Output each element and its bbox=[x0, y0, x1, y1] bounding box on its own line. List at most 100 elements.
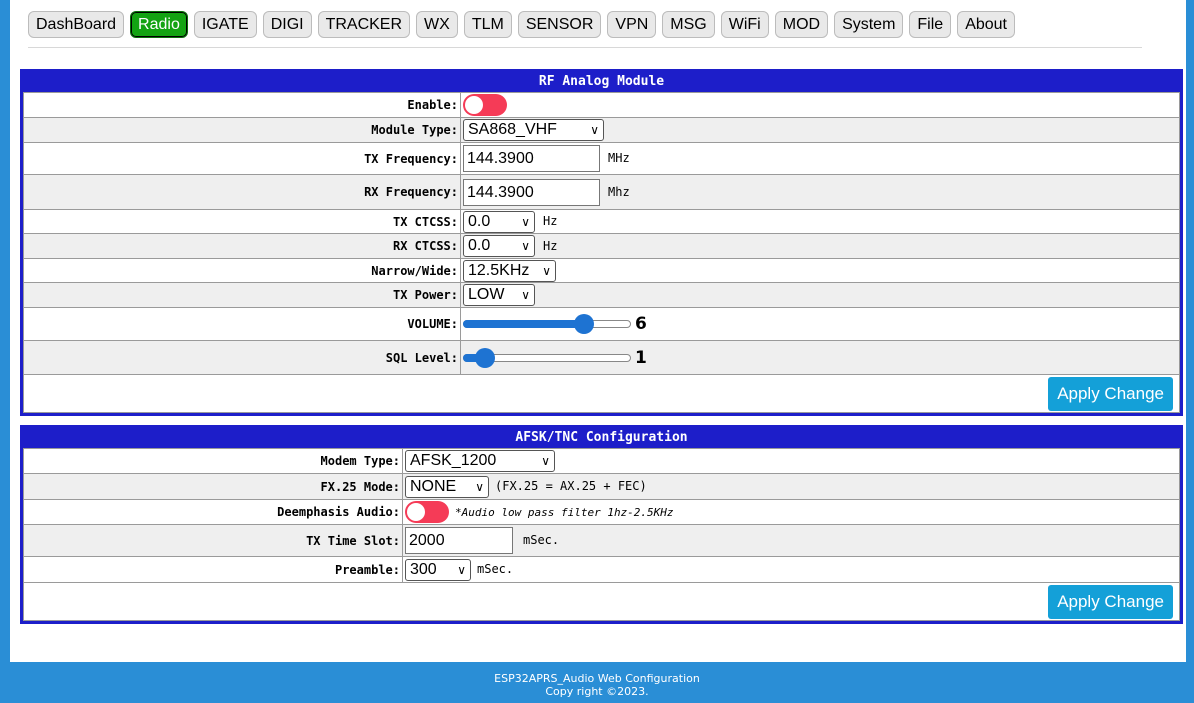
tx-power-label: TX Power: bbox=[23, 282, 461, 308]
preamble-select[interactable]: 300 ∨ bbox=[405, 558, 471, 581]
rf-panel-title: RF Analog Module bbox=[23, 72, 1180, 92]
afsk-modem-type-row: Modem Type: AFSK_1200 ∨ bbox=[23, 448, 1180, 474]
afsk-form-table: Modem Type: AFSK_1200 ∨ FX.25 Mode: NONE ∨… bbox=[23, 448, 1180, 621]
tab-igate[interactable]: IGATE bbox=[193, 11, 257, 38]
afsk-tnc-panel: AFSK/TNC Configuration Modem Type: AFSK_… bbox=[20, 425, 1183, 624]
chevron-down-icon: ∨ bbox=[521, 214, 530, 229]
rf-analog-panel: RF Analog Module Enable: Module Type: SA… bbox=[20, 69, 1183, 416]
tab-digi[interactable]: DIGI bbox=[262, 11, 312, 38]
rf-apply-row: Apply Change bbox=[23, 374, 1180, 413]
rx-ctcss-value: 0.0 bbox=[468, 237, 491, 254]
modem-type-label: Modem Type: bbox=[23, 448, 403, 474]
sql-level-value: 1 bbox=[635, 347, 647, 368]
chevron-down-icon: ∨ bbox=[542, 263, 551, 278]
chevron-down-icon: ∨ bbox=[521, 288, 530, 302]
footer-copyright: Copy right ©2023. bbox=[545, 685, 649, 698]
rf-enable-row: Enable: bbox=[23, 92, 1180, 118]
afsk-preamble-row: Preamble: 300 ∨ mSec. bbox=[23, 556, 1180, 583]
deemphasis-toggle[interactable] bbox=[405, 501, 449, 523]
tab-file[interactable]: File bbox=[909, 11, 952, 38]
rf-apply-change-button[interactable]: Apply Change bbox=[1048, 376, 1173, 411]
preamble-value: 300 bbox=[410, 560, 437, 578]
afsk-fx25-row: FX.25 Mode: NONE ∨ (FX.25 = AX.25 + FEC) bbox=[23, 473, 1180, 500]
modem-type-select[interactable]: AFSK_1200 ∨ bbox=[405, 450, 555, 472]
tx-time-slot-unit: mSec. bbox=[523, 533, 560, 547]
preamble-label: Preamble: bbox=[23, 556, 403, 583]
nav-tabs: DashBoard Radio IGATE DIGI TRACKER WX TL… bbox=[28, 11, 1015, 41]
rx-ctcss-unit: Hz bbox=[543, 238, 558, 253]
chevron-down-icon: ∨ bbox=[590, 123, 599, 137]
tx-power-select[interactable]: LOW ∨ bbox=[463, 284, 535, 306]
fx25-mode-label: FX.25 Mode: bbox=[23, 473, 403, 500]
tx-ctcss-unit: Hz bbox=[543, 214, 558, 228]
rf-module-type-row: Module Type: SA868_VHF ∨ bbox=[23, 117, 1180, 143]
tab-radio[interactable]: Radio bbox=[130, 11, 188, 38]
fx25-note: (FX.25 = AX.25 + FEC) bbox=[495, 479, 647, 493]
slider-thumb[interactable] bbox=[574, 314, 594, 334]
tx-ctcss-label: TX CTCSS: bbox=[23, 209, 461, 234]
fx25-mode-value: NONE bbox=[410, 477, 457, 495]
tx-time-slot-label: TX Time Slot: bbox=[23, 524, 403, 557]
narrow-wide-select[interactable]: 12.5KHz ∨ bbox=[463, 259, 556, 282]
tab-sensor[interactable]: SENSOR bbox=[517, 11, 602, 38]
tab-wifi[interactable]: WiFi bbox=[720, 11, 769, 38]
footer-app-name: ESP32APRS_Audio Web Configuration bbox=[494, 672, 700, 685]
rf-form-table: Enable: Module Type: SA868_VHF ∨ TX Frequ… bbox=[23, 92, 1180, 413]
chevron-down-icon: ∨ bbox=[541, 454, 550, 468]
modem-type-value: AFSK_1200 bbox=[410, 452, 497, 469]
slider-thumb[interactable] bbox=[475, 347, 495, 368]
afsk-deemphasis-row: Deemphasis Audio: *Audio low pass filter… bbox=[23, 499, 1180, 525]
chevron-down-icon: ∨ bbox=[475, 479, 484, 494]
enable-toggle[interactable] bbox=[463, 94, 507, 116]
deemphasis-note: *Audio low pass filter 1hz-2.5KHz bbox=[455, 505, 674, 519]
tx-ctcss-select[interactable]: 0.0 ∨ bbox=[463, 210, 535, 233]
rf-volume-row: VOLUME: 6 bbox=[23, 307, 1180, 341]
tab-tracker[interactable]: TRACKER bbox=[317, 11, 411, 38]
module-type-select[interactable]: SA868_VHF ∨ bbox=[463, 119, 604, 141]
tx-ctcss-value: 0.0 bbox=[468, 212, 491, 230]
tx-time-slot-input[interactable]: 2000 bbox=[405, 527, 513, 554]
fx25-mode-select[interactable]: NONE ∨ bbox=[405, 475, 489, 498]
right-frame-border bbox=[1186, 0, 1194, 703]
rf-tx-ctcss-row: TX CTCSS: 0.0 ∨ Hz bbox=[23, 209, 1180, 234]
page-footer: ESP32APRS_Audio Web Configuration Copy r… bbox=[0, 662, 1194, 703]
tab-mod[interactable]: MOD bbox=[774, 11, 829, 38]
preamble-unit: mSec. bbox=[477, 562, 514, 576]
volume-slider[interactable] bbox=[463, 313, 631, 335]
sql-level-slider[interactable] bbox=[463, 347, 631, 369]
tx-frequency-input[interactable]: 144.3900 bbox=[463, 145, 600, 172]
afsk-apply-change-button[interactable]: Apply Change bbox=[1048, 584, 1173, 619]
tab-system[interactable]: System bbox=[834, 11, 904, 38]
tab-vpn[interactable]: VPN bbox=[607, 11, 657, 38]
toggle-knob bbox=[407, 503, 425, 521]
tab-divider bbox=[28, 47, 1142, 48]
tab-about[interactable]: About bbox=[957, 11, 1015, 38]
rx-ctcss-select[interactable]: 0.0 ∨ bbox=[463, 235, 535, 257]
narrow-wide-value: 12.5KHz bbox=[468, 261, 530, 279]
tab-msg[interactable]: MSG bbox=[662, 11, 715, 38]
chevron-down-icon: ∨ bbox=[457, 562, 466, 577]
rx-frequency-input[interactable]: 144.3900 bbox=[463, 178, 600, 206]
tx-frequency-unit: MHz bbox=[608, 151, 630, 165]
tx-power-value: LOW bbox=[468, 286, 505, 303]
rx-frequency-unit: Mhz bbox=[608, 184, 630, 199]
rx-ctcss-label: RX CTCSS: bbox=[23, 233, 461, 259]
afsk-tx-time-slot-row: TX Time Slot: 2000 mSec. bbox=[23, 524, 1180, 557]
chevron-down-icon: ∨ bbox=[521, 239, 530, 253]
afsk-apply-row: Apply Change bbox=[23, 582, 1180, 621]
tab-tlm[interactable]: TLM bbox=[463, 11, 512, 38]
volume-label: VOLUME: bbox=[23, 307, 461, 341]
rf-tx-power-row: TX Power: LOW ∨ bbox=[23, 282, 1180, 308]
tx-frequency-label: TX Frequency: bbox=[23, 142, 461, 175]
tab-wx[interactable]: WX bbox=[416, 11, 458, 38]
toggle-knob bbox=[465, 96, 483, 114]
sql-level-label: SQL Level: bbox=[23, 340, 461, 375]
rf-sql-level-row: SQL Level: 1 bbox=[23, 340, 1180, 375]
slider-fill bbox=[463, 320, 584, 328]
deemphasis-label: Deemphasis Audio: bbox=[23, 499, 403, 525]
tab-dashboard[interactable]: DashBoard bbox=[28, 11, 125, 38]
rf-rx-frequency-row: RX Frequency: 144.3900 Mhz bbox=[23, 174, 1180, 210]
narrow-wide-label: Narrow/Wide: bbox=[23, 258, 461, 283]
rf-rx-ctcss-row: RX CTCSS: 0.0 ∨ Hz bbox=[23, 233, 1180, 259]
enable-label: Enable: bbox=[23, 92, 461, 118]
